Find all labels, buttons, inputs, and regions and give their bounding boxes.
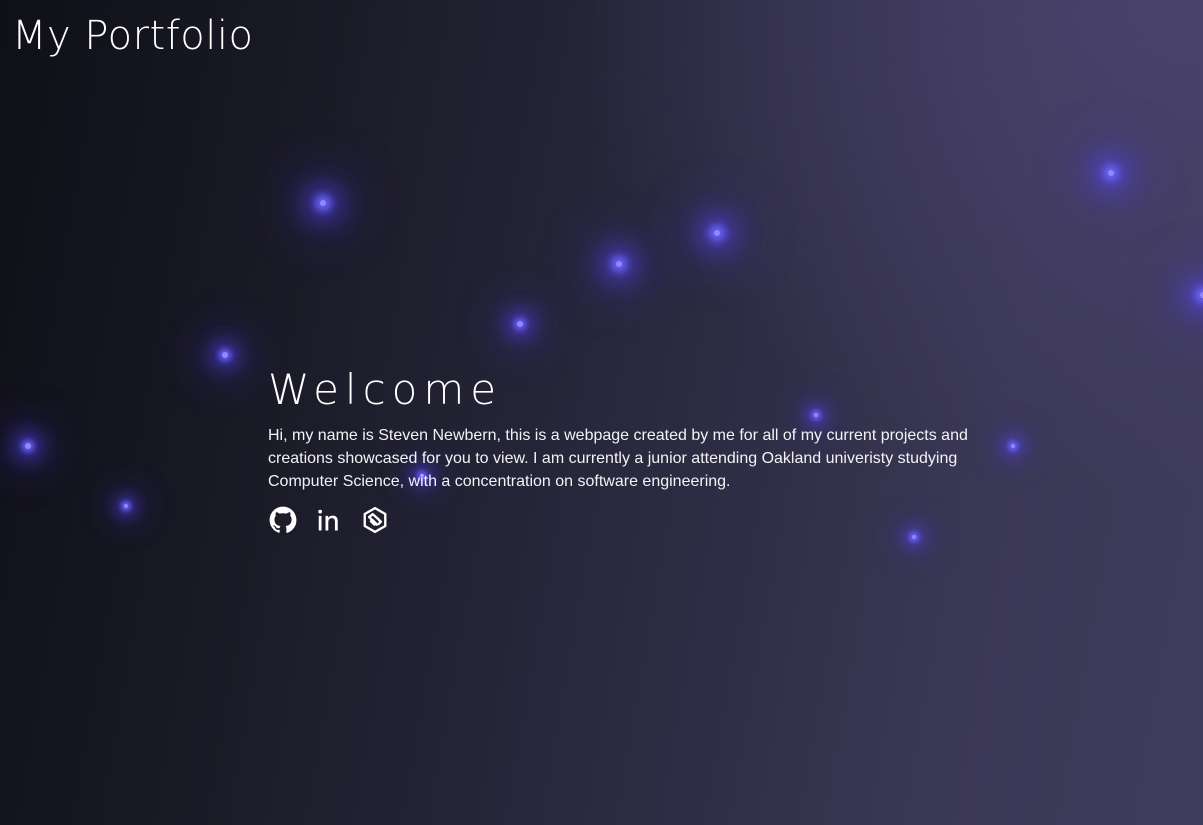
- glow-particle: [912, 535, 916, 539]
- handshake-icon: [363, 506, 387, 534]
- glow-particle: [124, 504, 128, 508]
- handshake-link[interactable]: [360, 505, 390, 535]
- github-link[interactable]: [268, 505, 298, 535]
- intro-paragraph: Hi, my name is Steven Newbern, this is a…: [268, 427, 968, 490]
- glow-particle: [616, 261, 622, 267]
- glow-particle: [25, 443, 31, 449]
- welcome-heading: Welcome: [268, 365, 503, 414]
- glow-particle: [517, 321, 523, 327]
- github-icon: [269, 506, 297, 533]
- glow-particle: [222, 352, 228, 358]
- hero-section: Welcome Hi, my name is Steven Newbern, t…: [268, 362, 1028, 535]
- linkedin-icon: [318, 509, 338, 531]
- glow-particle: [320, 200, 326, 206]
- glow-particle: [714, 230, 720, 236]
- linkedin-link[interactable]: [314, 505, 344, 535]
- social-links: [268, 505, 1028, 535]
- glow-particle: [1108, 170, 1114, 176]
- site-title: My Portfolio: [12, 13, 254, 59]
